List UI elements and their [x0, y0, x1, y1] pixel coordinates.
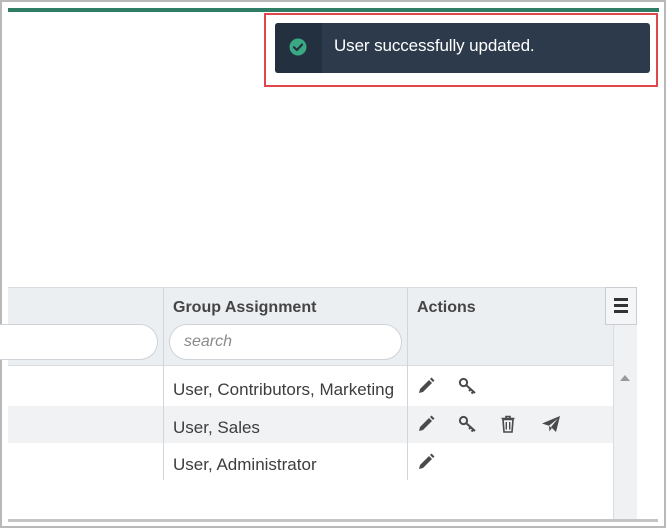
- edit-icon[interactable]: [416, 414, 436, 434]
- column-divider: [163, 368, 164, 480]
- table-row[interactable]: [8, 406, 613, 443]
- bottom-border: [8, 519, 658, 522]
- top-accent-bar: [8, 8, 659, 12]
- hamburger-menu-icon: [614, 298, 628, 301]
- send-icon[interactable]: [541, 414, 561, 434]
- group-cell: User, Contributors, Marketing: [173, 380, 395, 399]
- vertical-scrollbar[interactable]: [613, 325, 637, 522]
- group-cell: User, Administrator: [173, 455, 317, 474]
- edit-icon[interactable]: [416, 376, 436, 396]
- scroll-up-arrow-icon[interactable]: [620, 375, 630, 381]
- key-icon[interactable]: [458, 376, 478, 396]
- trash-icon[interactable]: [498, 414, 518, 434]
- column-divider: [407, 368, 408, 480]
- column-header-group-assignment[interactable]: Group Assignment: [173, 299, 316, 317]
- check-circle-icon: [289, 38, 307, 56]
- key-icon[interactable]: [458, 414, 478, 434]
- name-filter-input[interactable]: [0, 324, 158, 360]
- group-filter-input[interactable]: [169, 324, 402, 360]
- column-header-actions: Actions: [417, 299, 476, 316]
- hamburger-menu-line: [614, 304, 628, 307]
- edit-icon[interactable]: [416, 452, 436, 472]
- toast-message: User successfully updated.: [334, 36, 535, 55]
- hamburger-menu-line: [614, 310, 628, 313]
- column-menu-button[interactable]: [605, 287, 637, 325]
- group-cell: User, Sales: [173, 418, 260, 437]
